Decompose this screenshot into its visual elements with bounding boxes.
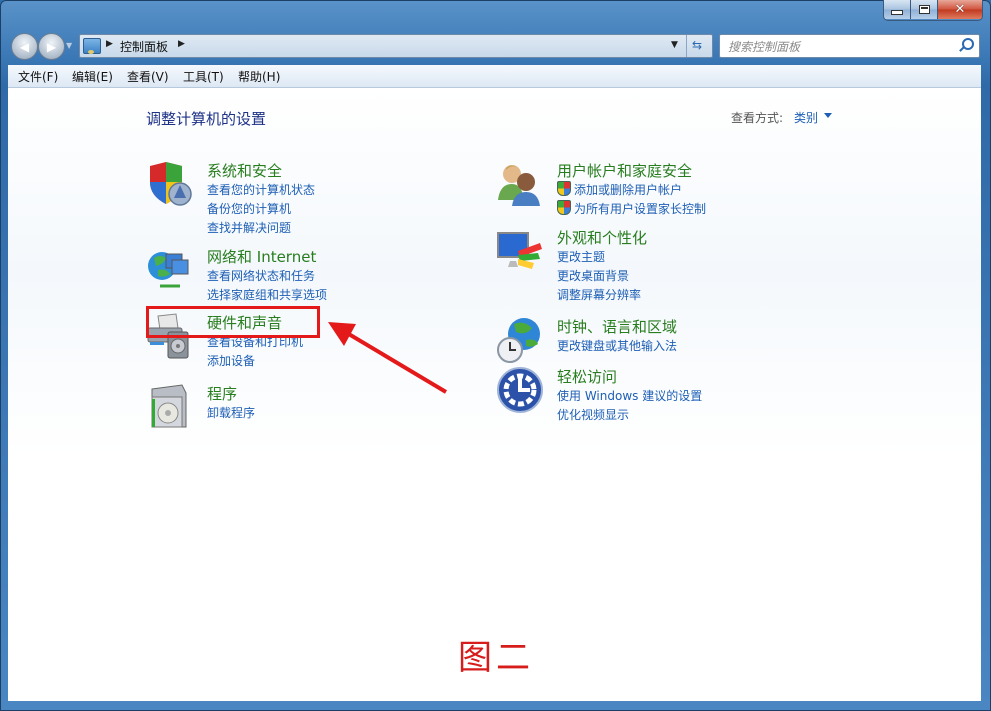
content-area: 调整计算机的设置 查看方式: 类别 系统和安全 查看您的计算机状态 备份您的计算…	[8, 88, 981, 701]
category-appearance: 外观和个性化 更改主题 更改桌面背景 调整屏幕分辨率	[496, 227, 816, 307]
title-bar[interactable]: ✕	[0, 0, 991, 30]
category-title[interactable]: 系统和安全	[207, 160, 282, 181]
link-screen-resolution[interactable]: 调整屏幕分辨率	[557, 286, 641, 303]
back-button[interactable]: ◀	[11, 33, 38, 60]
caption-buttons: ✕	[883, 0, 983, 21]
link-windows-recommended-settings[interactable]: 使用 Windows 建议的设置	[557, 387, 702, 404]
category-title[interactable]: 轻松访问	[557, 366, 617, 387]
control-panel-window: ✕ ◀ ▶ ▼ ▶ 控制面板 ▶ ▼ ⇆ 文件(F) 编辑(E) 查看(V) 工…	[0, 0, 991, 711]
breadcrumb-control-panel[interactable]: 控制面板	[120, 38, 168, 55]
breadcrumb-arrow-icon[interactable]: ▶	[106, 39, 113, 49]
maximize-button[interactable]	[911, 0, 938, 19]
control-panel-icon	[83, 38, 101, 54]
users-icon[interactable]	[496, 160, 544, 208]
category-network-internet: 网络和 Internet 查看网络状态和任务 选择家庭组和共享选项	[146, 246, 466, 306]
breadcrumb-arrow-icon[interactable]: ▶	[178, 39, 185, 49]
menu-help[interactable]: 帮助(H)	[238, 68, 280, 85]
address-bar[interactable]: ▶ 控制面板 ▶ ▼ ⇆	[79, 34, 713, 58]
link-backup-computer[interactable]: 备份您的计算机	[207, 200, 291, 217]
link-parental-controls[interactable]: 为所有用户设置家长控制	[557, 200, 706, 217]
page-title: 调整计算机的设置	[146, 110, 267, 128]
annotation-arrow-icon	[328, 322, 448, 394]
divider	[686, 35, 687, 57]
link-change-background[interactable]: 更改桌面背景	[557, 267, 629, 284]
menu-file[interactable]: 文件(F)	[18, 68, 58, 85]
uac-shield-icon	[557, 200, 571, 215]
link-change-theme[interactable]: 更改主题	[557, 248, 605, 265]
chevron-down-icon[interactable]	[824, 113, 832, 118]
search-input[interactable]	[726, 37, 950, 56]
category-title[interactable]: 用户帐户和家庭安全	[557, 160, 692, 181]
annotation-highlight-box	[146, 306, 320, 338]
link-add-device[interactable]: 添加设备	[207, 352, 255, 369]
link-network-status[interactable]: 查看网络状态和任务	[207, 267, 315, 284]
link-troubleshoot[interactable]: 查找并解决问题	[207, 219, 291, 236]
link-label: 为所有用户设置家长控制	[574, 202, 707, 216]
address-dropdown-icon[interactable]: ▼	[671, 40, 678, 50]
security-shield-icon[interactable]	[146, 160, 194, 208]
ease-of-access-icon[interactable]	[496, 366, 544, 414]
view-by-label: 查看方式:	[731, 111, 784, 125]
category-ease-of-access: 轻松访问 使用 Windows 建议的设置 优化视频显示	[496, 366, 816, 426]
minimize-icon	[891, 10, 903, 15]
globe-clock-icon[interactable]	[496, 316, 544, 364]
link-add-remove-accounts[interactable]: 添加或删除用户帐户	[557, 181, 682, 198]
forward-button[interactable]: ▶	[38, 33, 65, 60]
link-homegroup-sharing[interactable]: 选择家庭组和共享选项	[207, 286, 327, 303]
uac-shield-icon	[557, 181, 571, 196]
search-box[interactable]	[719, 34, 980, 58]
annotation-caption: 图二	[458, 638, 534, 678]
monitor-palette-icon[interactable]	[496, 227, 544, 275]
minimize-button[interactable]	[884, 0, 911, 19]
link-label: 添加或删除用户帐户	[574, 183, 683, 197]
network-globe-icon[interactable]	[146, 246, 194, 294]
link-optimize-display[interactable]: 优化视频显示	[557, 406, 629, 423]
programs-box-icon[interactable]	[146, 383, 194, 431]
menu-edit[interactable]: 编辑(E)	[72, 68, 113, 85]
link-change-input-method[interactable]: 更改键盘或其他输入法	[557, 337, 677, 354]
search-icon[interactable]	[962, 38, 974, 50]
category-clock-language-region: 时钟、语言和区域 更改键盘或其他输入法	[496, 316, 816, 366]
navigation-bar: ◀ ▶ ▼ ▶ 控制面板 ▶ ▼ ⇆	[0, 31, 991, 61]
close-button[interactable]: ✕	[938, 0, 982, 19]
menu-tools[interactable]: 工具(T)	[183, 68, 224, 85]
view-by-dropdown[interactable]: 类别	[794, 109, 818, 126]
menu-bar: 文件(F) 编辑(E) 查看(V) 工具(T) 帮助(H)	[8, 65, 981, 88]
category-system-security: 系统和安全 查看您的计算机状态 备份您的计算机 查找并解决问题	[146, 160, 466, 240]
category-title[interactable]: 程序	[207, 383, 237, 404]
category-title[interactable]: 时钟、语言和区域	[557, 316, 677, 337]
link-view-computer-status[interactable]: 查看您的计算机状态	[207, 181, 315, 198]
refresh-icon[interactable]: ⇆	[692, 38, 702, 52]
forward-arrow-icon: ▶	[46, 39, 57, 54]
recent-pages-dropdown[interactable]: ▼	[66, 41, 72, 50]
category-user-accounts: 用户帐户和家庭安全 添加或删除用户帐户 为所有用户设置家长控制	[496, 160, 816, 220]
menu-view[interactable]: 查看(V)	[127, 68, 169, 85]
link-uninstall-program[interactable]: 卸载程序	[207, 404, 255, 421]
back-arrow-icon: ◀	[19, 39, 30, 54]
category-title[interactable]: 外观和个性化	[557, 227, 647, 248]
category-title[interactable]: 网络和 Internet	[207, 246, 316, 267]
maximize-icon	[918, 5, 930, 14]
close-icon: ✕	[954, 2, 966, 17]
